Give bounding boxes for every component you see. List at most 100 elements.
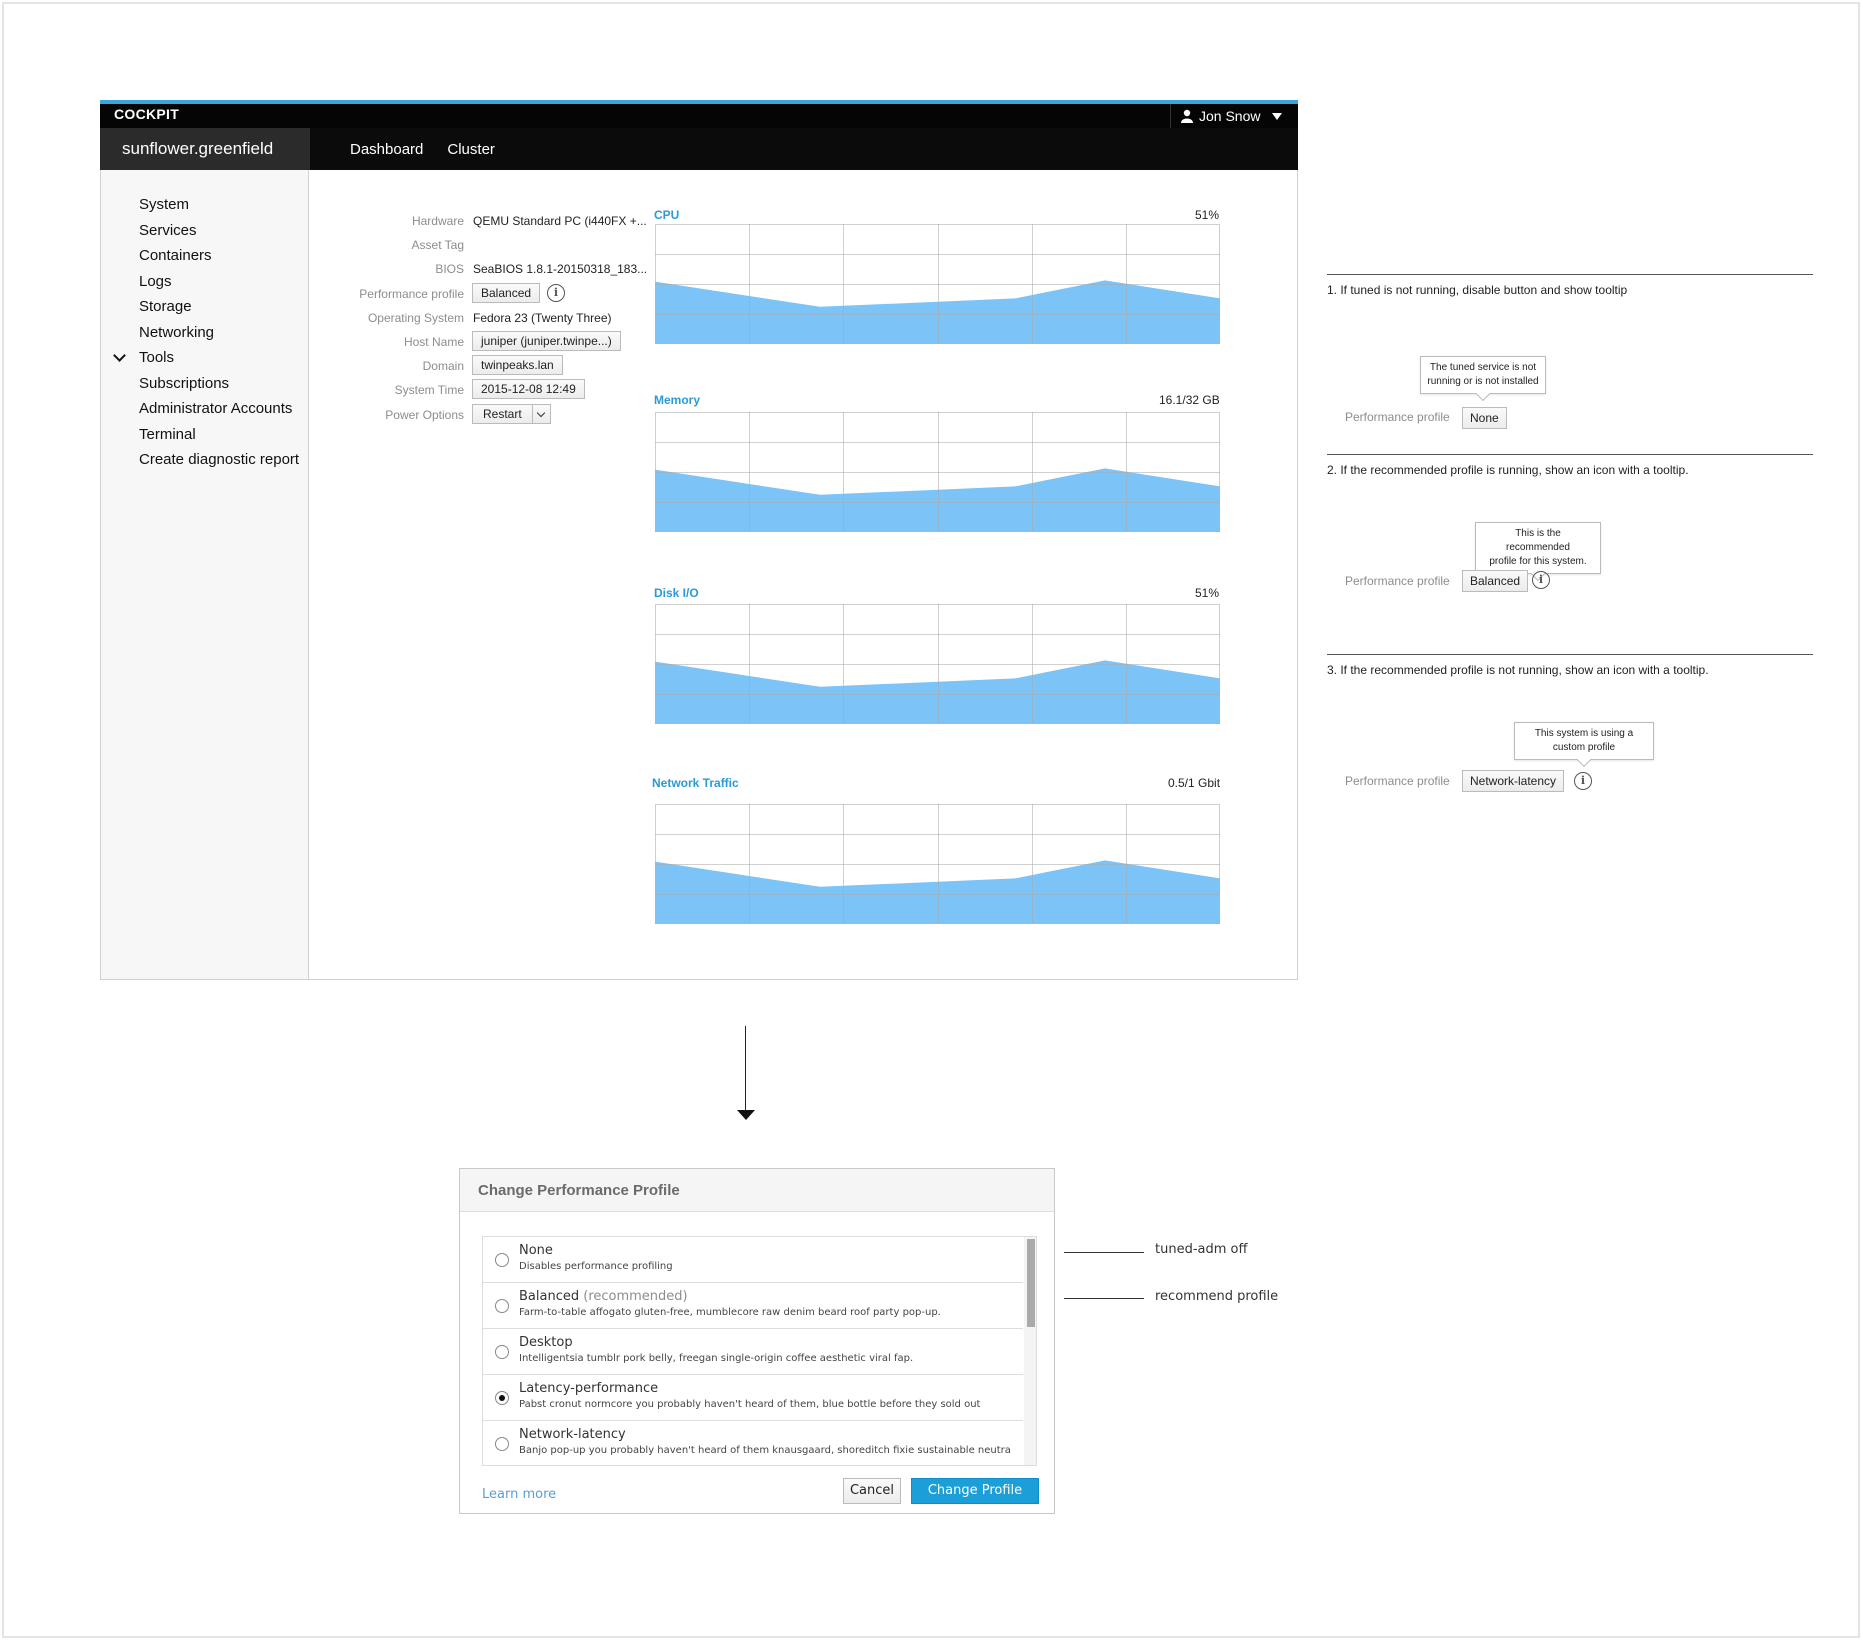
sidebar-item-containers[interactable]: Containers	[101, 243, 308, 269]
list-item[interactable]: Latency-performance Pabst cronut normcor…	[483, 1375, 1023, 1421]
memory-chart	[655, 412, 1220, 532]
scrollbar[interactable]	[1024, 1237, 1036, 1465]
host-switcher[interactable]: sunflower.greenfield	[100, 128, 310, 170]
hardware-value: QEMU Standard PC (i440FX +...	[473, 214, 647, 228]
chevron-down-icon	[113, 349, 126, 362]
profile-desc: Banjo pop-up you probably haven't heard …	[519, 1445, 1011, 1456]
list-item[interactable]: None Disables performance profiling	[483, 1237, 1023, 1283]
sidebar-item-tools[interactable]: Tools	[101, 345, 308, 371]
profile-desc: Intelligentsia tumblr pork belly, freega…	[519, 1353, 914, 1364]
sidebar-item-services[interactable]: Services	[101, 218, 308, 244]
perf-profile-balanced-button[interactable]: Balanced	[1462, 570, 1529, 592]
system-time-label: System Time	[394, 383, 464, 398]
tooltip: The tuned service is not running or is no…	[1420, 356, 1546, 394]
cpu-chart	[655, 224, 1220, 344]
divider	[1327, 454, 1813, 455]
cockpit-window: COCKPIT Jon Snow sunflower.greenfield Da…	[100, 100, 1298, 980]
annotation-text: 1. If tuned is not running, disable butt…	[1327, 283, 1628, 297]
radio-network-latency[interactable]	[495, 1437, 509, 1451]
perf-profile-label: Performance profile	[1345, 574, 1450, 588]
network-chart-title: Network Traffic	[652, 776, 739, 790]
list-item[interactable]: Network-latency Banjo pop-up you probabl…	[483, 1421, 1023, 1465]
memory-chart-value: 16.1/32 GB	[1159, 393, 1220, 407]
perf-profile-button[interactable]: Balanced	[472, 282, 541, 303]
list-item[interactable]: Desktop Intelligentsia tumblr pork belly…	[483, 1329, 1023, 1375]
change-profile-button[interactable]: Change Profile	[911, 1478, 1039, 1504]
callout-line	[1064, 1298, 1144, 1299]
info-icon[interactable]: i	[1574, 772, 1592, 790]
os-value: Fedora 23 (Twenty Three)	[473, 310, 612, 325]
perf-profile-none-button: None	[1462, 407, 1507, 429]
restart-button[interactable]: Restart	[472, 403, 533, 424]
nav-bar: sunflower.greenfield Dashboard Cluster	[100, 128, 1298, 170]
radio-latency-performance[interactable]	[495, 1391, 509, 1405]
sidebar-item-terminal[interactable]: Terminal	[101, 422, 308, 448]
domain-label: Domain	[422, 359, 464, 374]
hostname-label: Host Name	[403, 334, 464, 349]
asset-tag-label: Asset Tag	[411, 238, 464, 253]
profile-desc: Disables performance profiling	[519, 1261, 673, 1272]
sidebar-item-logs[interactable]: Logs	[101, 269, 308, 295]
list-item[interactable]: Balanced (recommended) Farm-to-table aff…	[483, 1283, 1023, 1329]
radio-none[interactable]	[495, 1253, 509, 1267]
profile-name: None	[519, 1243, 553, 1258]
divider	[1327, 274, 1813, 275]
profile-desc: Farm-to-table affogato gluten-free, mumb…	[519, 1307, 941, 1318]
perf-profile-label: Performance profile	[1345, 410, 1450, 424]
profile-name: Balanced (recommended)	[519, 1289, 688, 1304]
profile-name: Desktop	[519, 1335, 573, 1350]
sidebar-item-networking[interactable]: Networking	[101, 320, 308, 346]
system-overview: Hardware QEMU Standard PC (i440FX +... As…	[309, 170, 1298, 980]
sidebar-item-system[interactable]: System	[101, 192, 308, 218]
profile-desc: Pabst cronut normcore you probably haven…	[519, 1399, 981, 1410]
network-chart-value: 0.5/1 Gbit	[1168, 776, 1221, 790]
info-icon[interactable]: i	[1532, 571, 1550, 589]
system-properties: Hardware QEMU Standard PC (i440FX +... As…	[329, 210, 649, 428]
annotation-text: 3. If the recommended profile is not run…	[1327, 663, 1709, 677]
sidebar-item-diagnostic[interactable]: Create diagnostic report	[101, 447, 308, 473]
tooltip: This is the recommended profile for this …	[1475, 522, 1601, 574]
power-dropdown-toggle[interactable]	[532, 403, 551, 424]
change-profile-dialog: Change Performance Profile None Disables…	[459, 1168, 1055, 1514]
sidebar-item-admin-accounts[interactable]: Administrator Accounts	[101, 396, 308, 422]
callout-line	[1064, 1252, 1144, 1253]
sidebar-item-subscriptions[interactable]: Subscriptions	[101, 371, 308, 397]
profile-list: None Disables performance profiling Bala…	[482, 1236, 1037, 1466]
domain-button[interactable]: twinpeaks.lan	[472, 355, 563, 376]
tooltip: This system is using a custom profile	[1514, 722, 1654, 760]
radio-desktop[interactable]	[495, 1345, 509, 1359]
hardware-label: Hardware	[411, 214, 464, 228]
arrow-head-icon	[737, 1110, 755, 1120]
cancel-button[interactable]: Cancel	[843, 1478, 901, 1504]
scroll-thumb[interactable]	[1027, 1239, 1035, 1327]
profile-name: Latency-performance	[519, 1381, 659, 1396]
user-menu[interactable]: Jon Snow	[1170, 104, 1298, 128]
cpu-chart-value: 51%	[1195, 208, 1220, 222]
bios-label: BIOS	[435, 262, 464, 277]
os-label: Operating System	[367, 310, 464, 325]
sidebar-item-label: Tools	[139, 349, 175, 366]
radio-balanced[interactable]	[495, 1299, 509, 1313]
learn-more-link[interactable]: Learn more	[482, 1487, 556, 1502]
info-icon[interactable]: i	[547, 283, 565, 302]
dialog-title: Change Performance Profile	[460, 1169, 1054, 1212]
system-time-button[interactable]: 2015-12-08 12:49	[472, 379, 585, 400]
brand-logo: COCKPIT	[114, 106, 180, 122]
hostname-button[interactable]: juniper (juniper.twinpe...)	[472, 330, 621, 351]
disk-chart	[655, 604, 1220, 724]
perf-profile-label: Performance profile	[1345, 774, 1450, 788]
sidebar-item-storage[interactable]: Storage	[101, 294, 308, 320]
perf-profile-network-latency-button[interactable]: Network-latency	[1462, 770, 1565, 792]
nav-dashboard[interactable]: Dashboard	[350, 141, 423, 158]
nav-cluster[interactable]: Cluster	[447, 141, 495, 158]
top-bar: COCKPIT Jon Snow	[100, 100, 1298, 128]
power-options-split: Restart	[472, 403, 551, 424]
callout-tuned-off: tuned-adm off	[1155, 1242, 1248, 1257]
sidebar: System Services Containers Logs Storage …	[100, 170, 309, 980]
user-icon	[1181, 109, 1193, 123]
memory-chart-title: Memory	[654, 393, 701, 407]
bios-value: SeaBIOS 1.8.1-20150318_183...	[473, 262, 648, 277]
disk-chart-title: Disk I/O	[654, 586, 699, 600]
flow-arrow	[745, 1026, 746, 1113]
cpu-chart-title: CPU	[654, 208, 680, 222]
